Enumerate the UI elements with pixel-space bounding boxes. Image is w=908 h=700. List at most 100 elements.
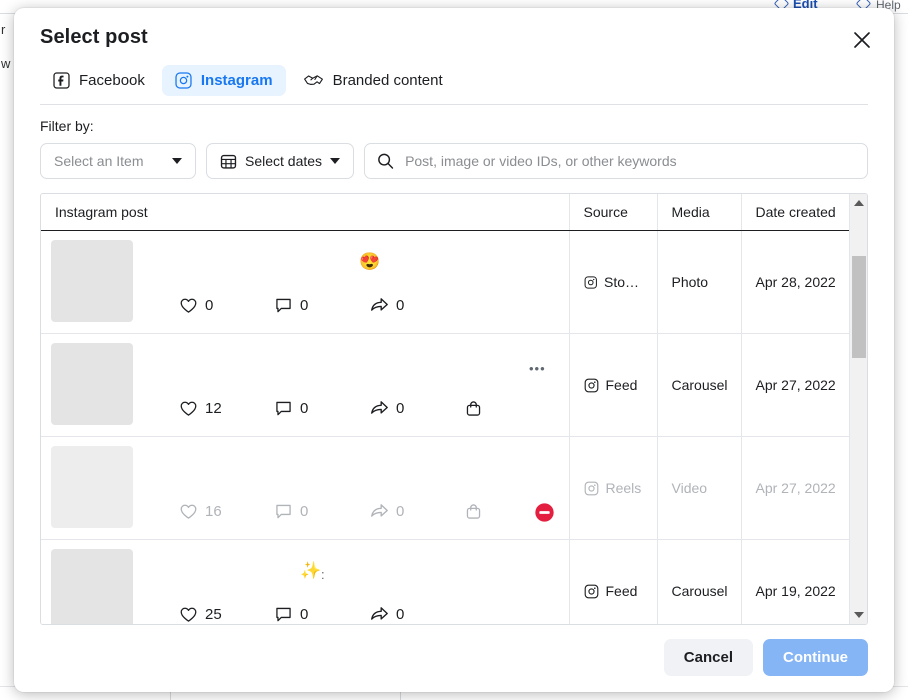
cell-date-created: Apr 27, 2022 — [740, 436, 849, 540]
search-field-wrapper — [364, 143, 868, 179]
post-thumbnail — [51, 343, 133, 425]
comments-count: 0 — [300, 605, 309, 623]
instagram-icon — [175, 72, 192, 89]
stat-likes: 12 — [179, 399, 274, 418]
likes-count: 25 — [205, 605, 222, 623]
column-header-date[interactable]: Date created — [740, 194, 849, 231]
scrollbar-thumb[interactable] — [852, 256, 866, 358]
item-filter-dropdown[interactable]: Select an Item — [40, 143, 196, 179]
cell-post-preview[interactable]: ✨: 25 0 0 — [41, 539, 569, 624]
heart-eyes-emoji: 😍 — [359, 252, 381, 271]
column-header-post[interactable]: Instagram post — [41, 194, 569, 231]
date-filter-dropdown[interactable]: Select dates — [206, 143, 355, 179]
share-icon — [371, 607, 388, 620]
chevron-down-icon — [330, 158, 341, 164]
share-icon — [371, 504, 388, 517]
chevron-up-icon — [854, 200, 864, 206]
date-filter-value: Select dates — [245, 153, 323, 169]
tab-facebook-label: Facebook — [79, 72, 145, 89]
source-value-wrapper: Feed — [584, 583, 643, 599]
tab-facebook[interactable]: Facebook — [40, 65, 158, 96]
cancel-button[interactable]: Cancel — [663, 639, 753, 676]
post-table-container: Instagram post Source Media Date created… — [40, 193, 868, 625]
table-row[interactable]: 😍 0 0 0 Stori… PhotoApr 28, 2022 — [41, 230, 849, 334]
cell-date-created: Apr 27, 2022 — [740, 333, 849, 437]
table-scrollbar[interactable] — [849, 194, 867, 624]
shares-count: 0 — [396, 399, 405, 417]
instagram-small-icon — [584, 378, 598, 392]
item-filter-value: Select an Item — [54, 153, 144, 169]
post-engagement-stats: 12 0 0 — [179, 398, 559, 418]
post-engagement-stats: 0 0 0 — [179, 295, 464, 315]
post-thumbnail — [51, 549, 133, 624]
calendar-icon — [220, 154, 237, 169]
tab-branded-content[interactable]: Branded content — [290, 65, 456, 96]
tab-branded-content-label: Branded content — [332, 72, 443, 89]
stat-likes: 0 — [179, 296, 274, 315]
stat-comments: 0 — [274, 296, 369, 315]
page-title: Select post — [40, 26, 148, 48]
stat-comments: 0 — [274, 399, 369, 418]
source-value-wrapper: Stori… — [584, 274, 643, 290]
comments-count: 0 — [300, 399, 309, 417]
post-caption-ellipsis: ••• — [529, 361, 546, 376]
comment-icon — [276, 607, 291, 621]
facebook-icon — [53, 72, 70, 89]
heart-icon — [180, 298, 197, 313]
cell-source: Feed — [568, 539, 657, 624]
post-preview: 16 0 0 — [41, 437, 569, 539]
continue-button[interactable]: Continue — [763, 639, 868, 676]
search-input[interactable] — [364, 143, 868, 179]
cell-media: Photo — [656, 230, 741, 334]
heart-icon — [180, 401, 197, 416]
shares-count: 0 — [396, 296, 405, 314]
close-button[interactable] — [846, 24, 878, 56]
chevron-down-icon — [854, 612, 864, 618]
post-thumbnail — [51, 446, 133, 528]
instagram-small-icon — [584, 481, 598, 495]
source-label: Feed — [605, 583, 638, 599]
blocked-icon — [534, 503, 554, 522]
close-icon — [854, 32, 870, 48]
scroll-down-button[interactable] — [850, 606, 867, 624]
post-caption-ellipsis: : — [321, 567, 326, 582]
dialog-footer: Cancel Continue — [14, 625, 894, 692]
column-header-source[interactable]: Source — [568, 194, 657, 231]
likes-count: 0 — [205, 296, 214, 314]
cell-post-preview[interactable]: ••• 12 0 0 — [41, 333, 569, 437]
post-preview: ••• 12 0 0 — [41, 334, 569, 436]
dialog-header: Select post Facebook Instagram Branded c… — [14, 8, 894, 105]
shopping-bag-icon — [466, 503, 481, 519]
cell-source: Feed — [568, 333, 657, 437]
stat-shopping — [464, 399, 559, 418]
post-thumbnail — [51, 240, 133, 322]
table-row[interactable]: ••• 12 0 0 Feed Carousel Apr 27, 2022 — [41, 333, 849, 437]
cell-post-preview[interactable]: 16 0 0 — [41, 436, 569, 540]
tab-instagram[interactable]: Instagram — [161, 65, 286, 96]
post-table-body: 😍 0 0 0 Stori… PhotoApr 28, 2022 ••• 12 0 0 Feed Ca… — [41, 230, 849, 624]
instagram-small-icon — [584, 275, 597, 289]
stat-shares: 0 — [369, 501, 464, 521]
stat-likes: 25 — [179, 605, 274, 624]
cell-source: Stori… — [568, 230, 657, 334]
background-left-text-2: w — [1, 56, 11, 71]
column-header-media[interactable]: Media — [656, 194, 741, 231]
comments-count: 0 — [300, 296, 309, 314]
table-row[interactable]: ✨: 25 0 0 Feed Carousel Apr 19, 2022 — [41, 539, 849, 624]
background-left-text-1: r — [1, 22, 6, 37]
table-header-row: Instagram post Source Media Date created — [41, 194, 849, 231]
select-post-dialog: Select post Facebook Instagram Branded c… — [14, 8, 894, 692]
table-row[interactable]: 16 0 0 Reels Video Apr 27, 2022 — [41, 436, 849, 540]
heart-icon — [180, 607, 197, 622]
scroll-up-button[interactable] — [850, 194, 867, 212]
comments-count: 0 — [300, 502, 309, 520]
stat-comments: 0 — [274, 502, 369, 521]
platform-tabs: Facebook Instagram Branded content — [40, 65, 868, 105]
stat-shares: 0 — [369, 295, 464, 315]
post-engagement-stats: 16 0 0 — [179, 501, 559, 521]
shopping-bag-icon — [466, 400, 481, 416]
post-preview: ✨: 25 0 0 — [41, 540, 569, 624]
filter-controls: Select an Item Select dates — [40, 143, 868, 179]
cell-post-preview[interactable]: 😍 0 0 0 — [41, 230, 569, 334]
source-value-wrapper: Reels — [584, 480, 643, 496]
